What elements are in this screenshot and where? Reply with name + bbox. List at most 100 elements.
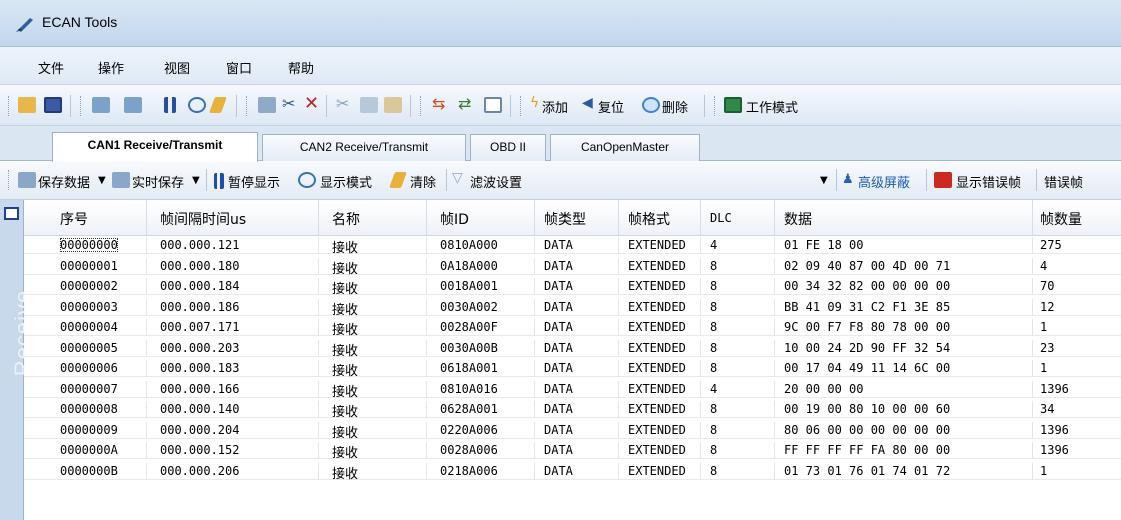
insert-icon[interactable] (258, 97, 276, 113)
toolbar-grip[interactable] (80, 96, 83, 116)
paste-icon[interactable] (384, 97, 402, 113)
pause-display-button[interactable]: 暂停显示 (228, 172, 280, 191)
col-header-interval[interactable]: 帧间隔时间us (160, 209, 246, 229)
title-bar: ECAN Tools (0, 0, 1121, 47)
cell-frame-type: DATA (544, 381, 573, 396)
table-row[interactable]: 00000000 000.000.121 接收 0810A000 DATA EXTENDE… (24, 237, 1121, 256)
table-row[interactable]: 00000006 000.000.183 接收 0618A001 DATA EXTENDE… (24, 360, 1121, 379)
advanced-mask-button[interactable]: 高级屏蔽 (858, 172, 910, 191)
toolbar-grip[interactable] (420, 96, 423, 116)
table-row[interactable]: 00000002 000.000.184 接收 0018A001 DATA EXTENDE… (24, 278, 1121, 297)
col-header-dlc[interactable]: DLC (710, 211, 732, 225)
delete-button[interactable]: 删除 (662, 97, 688, 116)
cell-data: FF FF FF FF FA 80 00 00 (784, 443, 951, 457)
toolbar-grip[interactable] (714, 96, 717, 116)
realtime-save-button[interactable]: 实时保存 (132, 172, 184, 191)
delete-icon[interactable] (642, 97, 660, 113)
cell-name: 接收 (332, 241, 359, 256)
table-row[interactable]: 00000003 000.000.186 接收 0030A002 DATA EXTENDE… (24, 298, 1121, 318)
col-header-frame-id[interactable]: 帧ID (440, 209, 469, 229)
cell-frame-type: DATA (544, 463, 573, 478)
save-icon[interactable] (44, 97, 62, 113)
work-mode-button[interactable]: 工作模式 (746, 97, 798, 116)
chevron-down-icon[interactable]: ▼ (98, 175, 106, 186)
col-header-data[interactable]: 数据 (784, 209, 812, 229)
window-icon[interactable] (484, 97, 502, 113)
error-frame-button[interactable]: 错误帧 (1044, 172, 1083, 191)
col-header-frame-count[interactable]: 帧数量 (1040, 209, 1082, 229)
menu-operate[interactable]: 操作 (98, 58, 124, 77)
cell-dlc: 8 (710, 320, 718, 334)
table-row[interactable]: 00000009 000.000.204 接收 0220A006 DATA EXTENDE… (24, 421, 1121, 441)
table-row[interactable]: 00000007 000.000.166 接收 0810A016 DATA EXTENDE… (24, 380, 1121, 400)
separator (446, 169, 447, 191)
toolbar-grip[interactable] (246, 96, 249, 116)
work-mode-icon[interactable] (724, 97, 742, 113)
col-header-index[interactable]: 序号 (60, 209, 88, 229)
cell-frame-format: EXTENDED (628, 320, 686, 334)
cell-interval: 000.000.121 (160, 238, 240, 252)
cell-frame-type: DATA (544, 258, 573, 273)
cell-dlc: 8 (710, 340, 718, 355)
cell-frame-count: 34 (1040, 402, 1055, 416)
cut-icon[interactable]: ✂ (282, 94, 300, 113)
show-error-button[interactable]: 显示错误帧 (956, 172, 1021, 191)
menu-help[interactable]: 帮助 (288, 58, 314, 77)
cell-frame-count: 12 (1040, 299, 1055, 314)
col-header-name[interactable]: 名称 (332, 209, 360, 229)
table-row[interactable]: 00000004 000.007.171 接收 0028A00F DATA EXTENDE… (24, 319, 1121, 338)
tab-obd[interactable]: OBD II (470, 134, 546, 161)
realtime-save-icon (112, 172, 130, 188)
table-row[interactable]: 00000008 000.000.140 接收 0628A001 DATA EXTENDE… (24, 401, 1121, 420)
brush-icon[interactable] (209, 97, 227, 113)
device-stop-icon[interactable] (124, 97, 142, 113)
delete-x-icon[interactable]: ✕ (304, 93, 322, 114)
tab-can2[interactable]: CAN2 Receive/Transmit (262, 134, 466, 161)
reset-icon[interactable]: ◀ (582, 95, 596, 111)
display-mode-icon (298, 172, 316, 188)
menu-view[interactable]: 视图 (164, 58, 190, 77)
open-folder-icon[interactable] (18, 97, 36, 113)
cell-interval: 000.000.186 (160, 299, 240, 314)
cell-frame-count: 4 (1040, 258, 1048, 273)
cell-frame-id: 0030A00B (440, 340, 498, 355)
cell-frame-count: 1396 (1040, 422, 1069, 437)
menu-file[interactable]: 文件 (38, 58, 64, 77)
cut-disabled-icon[interactable]: ✂ (336, 94, 354, 113)
cell-frame-id: 0018A001 (440, 279, 498, 293)
cell-data: 00 17 04 49 11 14 6C 00 (784, 361, 951, 375)
toolbar-grip[interactable] (8, 96, 11, 116)
cell-index: 0000000B (60, 463, 118, 478)
filter-settings-button[interactable]: 滤波设置 (470, 172, 522, 191)
display-mode-button[interactable]: 显示模式 (320, 172, 372, 191)
menu-window[interactable]: 窗口 (226, 58, 252, 77)
table-row[interactable]: 00000005 000.000.203 接收 0030A00B DATA EXTENDE… (24, 339, 1121, 359)
tab-strip: CAN1 Receive/Transmit CAN2 Receive/Trans… (0, 126, 1121, 162)
cell-interval: 000.000.184 (160, 279, 240, 293)
device-start-icon[interactable] (92, 97, 110, 113)
tab-canopen[interactable]: CanOpenMaster (550, 134, 700, 161)
add-button[interactable]: 添加 (542, 97, 568, 116)
toolbar-grip[interactable] (520, 96, 523, 116)
cell-interval: 000.000.183 (160, 361, 240, 375)
clear-button[interactable]: 清除 (410, 172, 436, 191)
transfer-icon[interactable]: ⇆ (432, 94, 450, 113)
col-header-frame-type[interactable]: 帧类型 (544, 209, 586, 229)
save-data-button[interactable]: 保存数据 (38, 172, 90, 191)
chevron-down-icon[interactable]: ▼ (192, 175, 200, 186)
connect-icon[interactable]: ⇄ (458, 94, 476, 113)
select-all-checkbox[interactable] (4, 207, 19, 220)
refresh-icon[interactable] (188, 97, 206, 113)
chevron-down-icon[interactable]: ▼ (820, 175, 828, 186)
add-lightning-icon[interactable]: ϟ (530, 95, 540, 111)
toolbar-grip[interactable] (8, 170, 11, 190)
copy-icon[interactable] (360, 97, 378, 113)
reset-button[interactable]: 复位 (598, 97, 624, 116)
table-row[interactable]: 0000000A 000.000.152 接收 0028A006 DATA EXTENDE… (24, 442, 1121, 461)
separator (704, 95, 705, 117)
table-row[interactable]: 0000000B 000.000.206 接收 0218A006 DATA EXTENDE… (24, 462, 1121, 482)
tab-can1[interactable]: CAN1 Receive/Transmit (52, 132, 258, 162)
pause-icon[interactable] (164, 97, 176, 113)
table-row[interactable]: 00000001 000.000.180 接收 0A18A000 DATA EXTENDE… (24, 257, 1121, 277)
col-header-frame-format[interactable]: 帧格式 (628, 209, 670, 229)
